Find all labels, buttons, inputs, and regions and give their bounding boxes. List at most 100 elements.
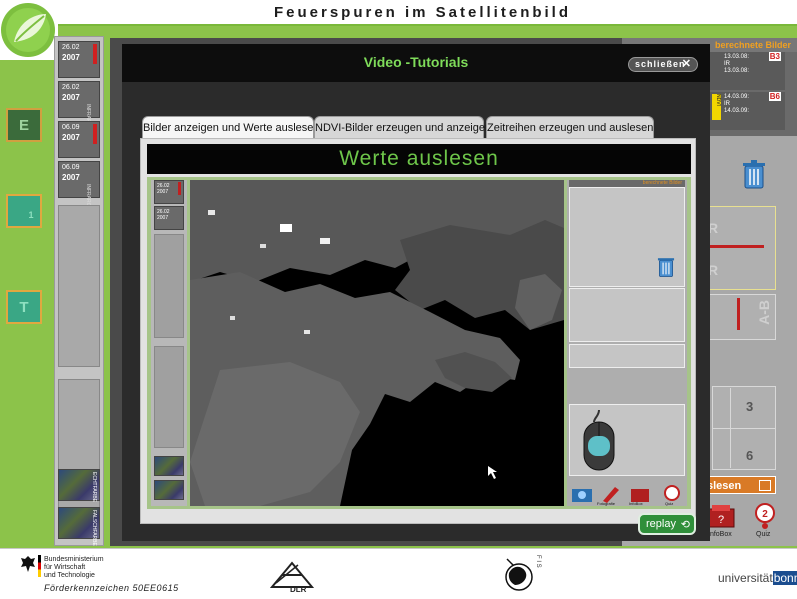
band-indicator bbox=[93, 44, 97, 64]
r-divider bbox=[708, 245, 764, 248]
quiz-icon[interactable]: 2 bbox=[750, 503, 780, 529]
calc-cell-b3[interactable]: B3 13.03.08: IR 13.03.08: bbox=[710, 52, 785, 90]
checkbox-icon bbox=[759, 480, 771, 491]
nav-button-1-label: 1 bbox=[28, 210, 34, 220]
image-thumb-1[interactable]: 26.02 2007 bbox=[58, 41, 100, 78]
svg-text:?: ? bbox=[718, 514, 724, 526]
infobox-label: InfoBox bbox=[708, 531, 732, 538]
cell-text: 14.03.09: IR 14.03.09: bbox=[724, 94, 749, 115]
nav-button-t-label: T bbox=[19, 298, 29, 316]
funding-code: Förderkennzeichen 50EE0615 bbox=[44, 583, 179, 593]
quiz-label: Quiz bbox=[756, 531, 771, 538]
video-sat-thumb bbox=[154, 456, 184, 476]
tab-label: Bilder anzeigen und Werte auslesen bbox=[143, 122, 320, 134]
calc-cell-b6[interactable]: B6 NDVI 14.03.09: IR 14.03.09: bbox=[710, 92, 785, 130]
cell-text: 13.03.08: IR 13.03.08: bbox=[724, 54, 749, 75]
video-quiz-label: Quiz bbox=[665, 501, 674, 506]
grid-line bbox=[712, 428, 776, 429]
app-title: Feuerspuren im Satellitenbild bbox=[273, 4, 572, 21]
video-thumb-year: 2007 bbox=[157, 189, 169, 195]
tab-ndvi[interactable]: NDVI-Bilder erzeugen und anzeigen bbox=[314, 116, 491, 138]
video-thumb: 26.02 2007 bbox=[154, 206, 184, 230]
image-strip: 26.02 2007 26.02 2007 INFRAROT 06.09 200… bbox=[54, 36, 104, 546]
thumb-date: 06.09 bbox=[62, 124, 80, 131]
satellite-map bbox=[190, 180, 564, 506]
video-empty-slot bbox=[154, 346, 184, 448]
ministry-line: Bundesministerium bbox=[44, 556, 104, 563]
video-thumb-date: 26.02 2007 bbox=[157, 209, 170, 221]
band-label: B3 bbox=[768, 52, 781, 61]
video-thumb-year: 2007 bbox=[157, 215, 169, 221]
sat-thumb-tag: FALSCHFARBE bbox=[91, 510, 97, 546]
uni-name: bonn bbox=[772, 571, 797, 585]
band-label: B6 bbox=[768, 92, 781, 101]
footer: Bundesministerium für Wirtschaft und Tec… bbox=[0, 548, 797, 599]
video-result-box bbox=[569, 344, 685, 368]
tab-label: Zeitreihen erzeugen und auslesen bbox=[487, 122, 654, 134]
video-image-strip: 26.02 2007 26.02 2007 bbox=[151, 180, 187, 506]
video-empty-slot bbox=[154, 234, 184, 338]
video-sat-thumb bbox=[154, 480, 184, 500]
video-trash-icon bbox=[657, 258, 675, 277]
cell-line: 13.03.08: bbox=[724, 68, 750, 74]
ab-divider bbox=[737, 298, 740, 330]
infobox-icon[interactable]: ? bbox=[706, 503, 736, 529]
close-button[interactable]: schließen ✕ bbox=[628, 57, 698, 72]
image-thumb-3[interactable]: 06.09 2007 bbox=[58, 121, 100, 158]
leaf-logo-icon bbox=[0, 0, 58, 60]
cell-line: 14.03.09: bbox=[724, 94, 750, 100]
video-heading-bar: Werte auslesen bbox=[147, 144, 691, 174]
replay-button[interactable]: replay ⟲ bbox=[638, 513, 696, 535]
grid-number-6: 6 bbox=[746, 448, 754, 463]
sat-thumb-tag: ECHTFARBE bbox=[91, 472, 97, 503]
band-indicator bbox=[93, 124, 97, 144]
svg-text:2: 2 bbox=[762, 509, 768, 520]
tab-timeseries[interactable]: Zeitreihen erzeugen und auslesen bbox=[486, 116, 654, 138]
video-frame[interactable]: 26.02 2007 26.02 2007 berechnete Bilder … bbox=[147, 177, 691, 509]
thumb-year: 2007 bbox=[62, 133, 80, 142]
flag-stripe bbox=[38, 555, 41, 577]
thumb-year: 2007 bbox=[62, 53, 80, 62]
image-thumb-4[interactable]: 06.09 2007 INFRAROT bbox=[58, 161, 100, 210]
read-values-button[interactable]: slesen bbox=[700, 476, 776, 494]
dlr-label: DLR bbox=[290, 585, 307, 594]
cell-line: IR bbox=[724, 61, 730, 67]
nav-button-e[interactable]: E bbox=[6, 108, 42, 142]
tab-values[interactable]: Bilder anzeigen und Werte auslesen bbox=[142, 116, 320, 140]
sat-thumb-falsecolor[interactable]: FALSCHFARBE bbox=[58, 507, 100, 546]
video-photo-icon bbox=[572, 489, 592, 502]
video-thumb-date: 26.02 2007 bbox=[157, 183, 170, 195]
nav-button-e-label: E bbox=[18, 116, 29, 134]
ministry-text: Bundesministerium für Wirtschaft und Tec… bbox=[44, 556, 104, 580]
replay-label: replay bbox=[646, 518, 676, 530]
modal-title: Video -Tutorials bbox=[363, 54, 469, 70]
video-right-panel: berechnete Bilder Fotografie InfoBox Qui… bbox=[567, 180, 687, 506]
thumb-year: 2007 bbox=[62, 93, 80, 102]
nav-button-1[interactable]: 1 bbox=[6, 194, 42, 228]
ab-label: A-B bbox=[756, 300, 772, 325]
title-bar: Feuerspuren im Satellitenbild bbox=[48, 0, 797, 26]
replay-arrow-icon: ⟲ bbox=[680, 519, 690, 531]
read-values-label: slesen bbox=[707, 480, 742, 492]
left-nav: E 1 T bbox=[0, 60, 48, 548]
image-thumb-2[interactable]: 26.02 2007 INFRAROT bbox=[58, 81, 100, 130]
eagle-icon bbox=[21, 556, 35, 572]
university-logo: universitätbonn bbox=[718, 571, 797, 585]
video-result-box bbox=[569, 288, 685, 342]
empty-slot[interactable] bbox=[58, 205, 100, 367]
fis-label-text: F I S bbox=[535, 555, 541, 568]
band-indicator bbox=[178, 182, 181, 195]
thumb-date: 26.02 bbox=[62, 84, 80, 91]
trash-icon[interactable] bbox=[742, 160, 766, 190]
sat-thumb-truecolor[interactable]: ECHTFARBE bbox=[58, 469, 100, 503]
modal-title-bar: Video -Tutorials schließen ✕ bbox=[122, 44, 710, 82]
nav-button-t[interactable]: T bbox=[6, 290, 42, 324]
close-icon: ✕ bbox=[681, 58, 692, 70]
video-area[interactable]: Werte auslesen 26.02 2007 26.02 2007 ber… bbox=[140, 138, 696, 524]
ministry-line: und Technologie bbox=[44, 572, 95, 579]
cell-line: 14.03.09: bbox=[724, 108, 750, 114]
fis-label: F I S bbox=[533, 555, 543, 568]
uni-prefix: universität bbox=[718, 571, 773, 585]
video-heading: Werte auslesen bbox=[339, 147, 499, 170]
cell-line: IR bbox=[724, 101, 730, 107]
